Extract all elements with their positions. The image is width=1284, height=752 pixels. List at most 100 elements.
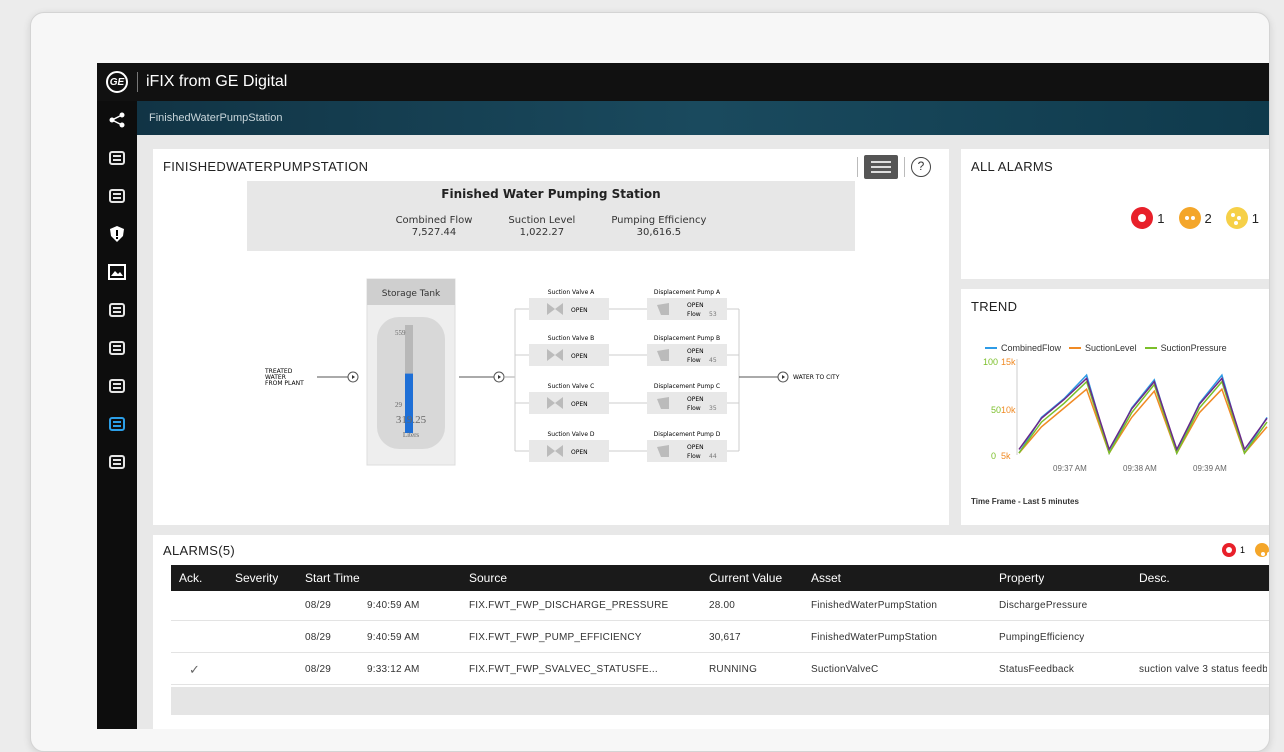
col-ack[interactable]: Ack. [179,565,202,591]
col-property[interactable]: Property [999,565,1044,591]
side-nav [97,101,137,729]
nav-picture-icon[interactable] [97,253,137,291]
alarm-count-critical[interactable]: 1 [1131,207,1165,229]
breadcrumb[interactable]: FinishedWaterPumpStation [137,101,1269,135]
tank-level-value: 319.25 [396,414,427,426]
col-desc[interactable]: Desc. [1139,565,1170,591]
pump-d-flow-label: Flow [687,453,701,460]
col-severity[interactable]: Severity [235,565,278,591]
critical-alarm-icon [1221,543,1236,557]
nav-list-icon-2[interactable] [97,177,137,215]
trend-line-suctionpressure [1018,380,1268,456]
valve-d-status: OPEN [571,449,588,456]
valve-c-status: OPEN [571,401,588,408]
y-left-tick-0: 0 [991,451,996,461]
high-alarm-icon [1178,207,1201,229]
table-header: Ack. Severity Start Time Source Current … [171,565,1269,591]
x-tick-0938: 09:38 AM [1123,464,1157,473]
valve-row-d: Suction Valve D OPEN Displacement Pump D… [515,431,739,462]
medium-alarm-icon [1225,207,1248,229]
pump-d-status: OPEN [687,444,704,451]
critical-alarm-icon [1131,207,1154,229]
pump-b-name: Displacement Pump B [654,335,720,342]
app-screen: GE iFIX from GE Digital FinishedWaterPum… [97,63,1269,729]
nav-shield-alert-icon[interactable] [97,215,137,253]
valve-b-button[interactable] [529,344,609,366]
tank-min: 29 [395,401,403,409]
app-title: iFIX from GE Digital [137,72,287,92]
table-row[interactable]: 08/29 9:40:59 AM FIX.FWT_FWP_DISCHARGE_P… [171,591,1269,621]
valve-row-b: Suction Valve B OPEN Displacement Pump B… [515,335,739,366]
alarms-table-title: ALARMS(5) [163,543,236,558]
valve-a-name: Suction Valve A [548,289,595,296]
col-source[interactable]: Source [469,565,507,591]
y-right-tick-5k: 5k [1001,451,1011,461]
nav-list-icon-3[interactable] [97,291,137,329]
col-start-time[interactable]: Start Time [305,565,360,591]
valve-row-a: Suction Valve A OPEN Displacement Pump A… [515,289,739,320]
valve-d-button[interactable] [529,440,609,462]
x-tick-0937: 09:37 AM [1053,464,1087,473]
all-alarms-panel: ALL ALARMS 1 2 1 [961,149,1269,279]
title-bar: GE iFIX from GE Digital [97,63,1269,101]
high-alarm-icon [1255,543,1269,557]
y-right-tick-15k: 15k [1001,357,1016,367]
ge-logo[interactable]: GE [97,63,137,101]
y-left-tick-100: 100 [983,357,998,367]
pump-b-flow: 45 [709,357,717,364]
nav-list-icon-1[interactable] [97,139,137,177]
nav-list-icon-4[interactable] [97,329,137,367]
pump-b-status: OPEN [687,348,704,355]
pump-a-flow-label: Flow [687,311,701,318]
legend-suctionpressure: SuctionPressure [1144,343,1227,353]
alarm-count-medium[interactable]: 1 [1225,207,1259,229]
nav-share-icon[interactable] [97,101,137,139]
pump-a-name: Displacement Pump A [654,289,721,296]
outlet-label: WATER TO CITY [793,374,840,381]
valve-b-name: Suction Valve B [548,335,595,342]
valve-c-button[interactable] [529,392,609,414]
trend-legend: CombinedFlow SuctionLevel SuctionPressur… [985,343,1227,353]
alarm-count-high[interactable]: 2 [1178,207,1212,229]
valve-b-status: OPEN [571,353,588,360]
pump-c-status: OPEN [687,396,704,403]
schematic-panel: FINISHEDWATERPUMPSTATION ? Finished Wate… [153,149,949,525]
trend-time-frame: Time Frame - Last 5 minutes [971,497,1079,506]
device-frame: GE iFIX from GE Digital FinishedWaterPum… [30,12,1270,752]
pump-a-status: OPEN [687,302,704,309]
valve-c-name: Suction Valve C [548,383,595,390]
y-left-tick-50: 50 [991,405,1001,415]
valve-row-c: Suction Valve C OPEN Displacement Pump C… [515,383,739,414]
nav-list-icon-6[interactable] [97,443,137,481]
y-right-tick-10k: 10k [1001,405,1016,415]
nav-list-icon-5[interactable] [97,367,137,405]
nav-list-icon-active[interactable] [97,405,137,443]
table-row[interactable]: ✓ 08/29 9:33:12 AM FIX.FWT_FWP_SVALVEC_S… [171,655,1269,685]
pump-d-name: Displacement Pump D [654,431,721,438]
table-alarm-summary[interactable]: 1 [1221,543,1269,557]
pump-d-flow: 44 [709,453,717,460]
pump-c-flow-label: Flow [687,405,701,412]
legend-combinedflow: CombinedFlow [985,343,1061,353]
acknowledged-check-icon: ✓ [189,662,201,677]
trend-title: TREND [971,299,1018,314]
tank-title: Storage Tank [382,289,441,299]
valve-d-name: Suction Valve D [547,431,594,438]
tank-units: Liters [403,431,420,439]
col-current-value[interactable]: Current Value [709,565,782,591]
pump-b-flow-label: Flow [687,357,701,364]
col-asset[interactable]: Asset [811,565,841,591]
pump-c-flow: 35 [709,405,717,412]
process-diagram: TREATED WATER FROM PLANT Storage Tank 55… [264,278,840,466]
inlet-label-3: FROM PLANT [265,380,304,387]
table-row[interactable]: 08/29 9:40:59 AM FIX.FWT_FWP_PUMP_EFFICI… [171,623,1269,653]
trend-panel: TREND CombinedFlow SuctionLevel SuctionP… [961,289,1269,525]
alarms-table-panel: ALARMS(5) 1 Ack. Severity Start Time Sou… [153,535,1269,729]
valve-a-status: OPEN [571,307,588,314]
trend-chart: 100 50 0 15k 10k 5k 09:37 AM 09:38 AM 09… [983,357,1268,473]
tank-max: 559 [395,329,406,337]
all-alarms-title: ALL ALARMS [971,159,1054,174]
pump-c-name: Displacement Pump C [654,383,720,390]
pump-a-flow: 53 [709,311,717,318]
valve-a-button[interactable] [529,298,609,320]
